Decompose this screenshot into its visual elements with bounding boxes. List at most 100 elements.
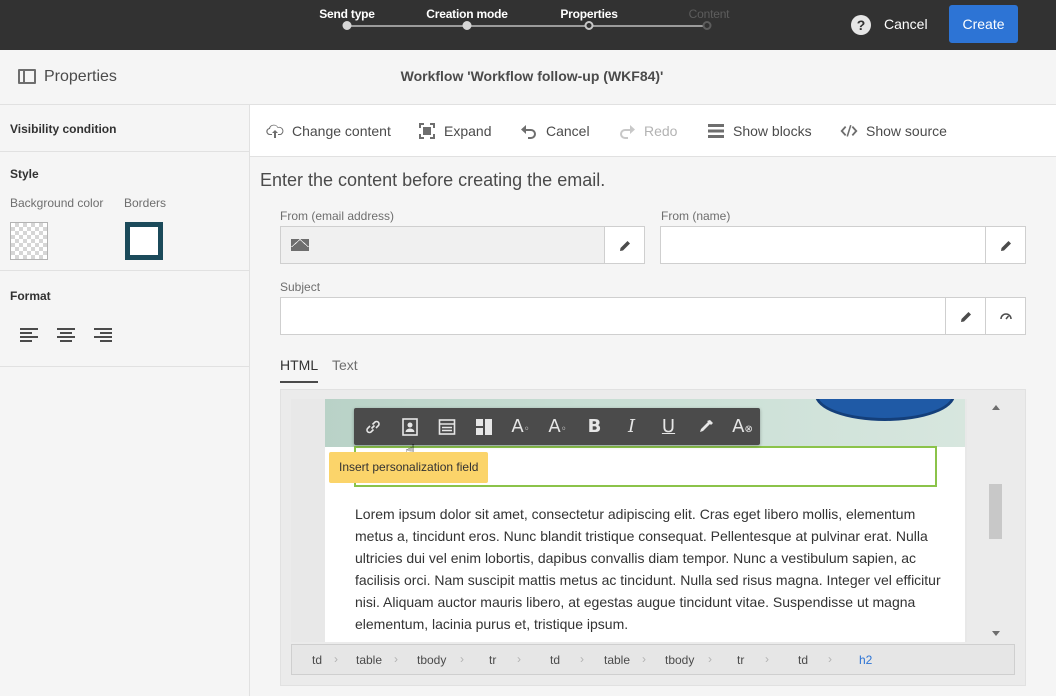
show-blocks-button[interactable]: Show blocks: [707, 122, 812, 140]
step-properties-label: Properties: [560, 7, 618, 21]
scroll-thumb[interactable]: [989, 484, 1002, 539]
step-content-label: Content: [688, 7, 730, 21]
align-right-icon[interactable]: [94, 328, 112, 342]
crumb-tbody[interactable]: tbody: [417, 653, 446, 667]
undo-button[interactable]: Cancel: [520, 122, 590, 140]
element-breadcrumb: td › table › tbody › tr › td › table › t…: [291, 644, 1015, 675]
title-bar: Properties Workflow 'Workflow follow-up …: [0, 50, 1056, 105]
underline-icon[interactable]: U: [650, 408, 687, 445]
crumb-separator: ›: [460, 652, 464, 666]
crumb-separator: ›: [517, 652, 521, 666]
crumb-h2[interactable]: h2: [859, 653, 872, 667]
crumb-separator: ›: [828, 652, 832, 666]
insert-personalization-tooltip: Insert personalization field: [329, 452, 489, 483]
redo-label: Redo: [644, 123, 678, 139]
crumb-separator: ›: [708, 652, 712, 666]
scroll-down-icon[interactable]: [992, 631, 1000, 636]
crumb-separator: ›: [642, 652, 646, 666]
style-section: Style Background color Borders: [0, 152, 249, 271]
redo-icon: [618, 122, 636, 140]
code-icon: [840, 122, 858, 140]
crumb-table[interactable]: table: [604, 653, 630, 667]
crumb-td[interactable]: td: [798, 653, 808, 667]
borders-label: Borders: [124, 196, 167, 210]
from-name-field[interactable]: [660, 226, 1026, 264]
crumb-separator: ›: [765, 652, 769, 666]
crumb-tr[interactable]: tr: [489, 653, 496, 667]
tab-html[interactable]: HTML: [280, 357, 319, 383]
format-section: Format: [0, 271, 249, 367]
background-color-swatch[interactable]: [10, 222, 48, 260]
crumb-tbody[interactable]: tbody: [665, 653, 694, 667]
edit-from-email-icon[interactable]: [604, 227, 644, 263]
visibility-condition-heading[interactable]: Visibility condition: [10, 122, 239, 136]
edit-subject-icon[interactable]: [945, 298, 985, 334]
editor-toolbar: Change content Expand Cancel Redo Show b…: [250, 105, 1056, 157]
crumb-tr[interactable]: tr: [737, 653, 744, 667]
html-editor: Lorem ipsum dolor sit amet, consectetur …: [280, 389, 1026, 686]
step-properties-dot[interactable]: [584, 21, 594, 30]
italic-icon[interactable]: I: [613, 408, 650, 445]
editor-scrollbar[interactable]: [987, 399, 1005, 642]
align-left-icon[interactable]: [20, 328, 38, 342]
style-heading: Style: [10, 167, 39, 181]
clear-format-icon[interactable]: A⊗: [724, 408, 761, 445]
show-blocks-label: Show blocks: [733, 123, 812, 139]
dynamic-content-icon[interactable]: [465, 408, 502, 445]
text-color-icon[interactable]: A◦: [502, 408, 539, 445]
personalization-field-icon[interactable]: [391, 408, 428, 445]
undo-label: Cancel: [546, 123, 590, 139]
expand-button[interactable]: Expand: [418, 122, 491, 140]
change-content-label: Change content: [292, 123, 391, 139]
wizard-steps: Send type Creation mode Properties Conte…: [310, 0, 730, 50]
scroll-up-icon[interactable]: [992, 405, 1000, 410]
content-block-icon[interactable]: [428, 408, 465, 445]
top-bar: Send type Creation mode Properties Conte…: [0, 0, 1056, 50]
crumb-separator: ›: [334, 652, 338, 666]
visibility-condition-section[interactable]: Visibility condition: [0, 105, 249, 152]
crumb-td[interactable]: td: [550, 653, 560, 667]
intro-text: Enter the content before creating the em…: [260, 170, 606, 190]
show-source-button[interactable]: Show source: [840, 122, 947, 140]
left-panel: Visibility condition Style Background co…: [0, 105, 250, 696]
content-area: Enter the content before creating the em…: [250, 157, 1056, 696]
step-creation-mode-label: Creation mode: [426, 7, 508, 21]
change-content-button[interactable]: Change content: [266, 122, 391, 140]
create-button[interactable]: Create: [949, 5, 1018, 43]
bold-icon[interactable]: B: [576, 408, 613, 445]
cancel-button[interactable]: Cancel: [884, 16, 928, 32]
blocks-icon: [707, 122, 725, 140]
link-icon[interactable]: [354, 408, 391, 445]
step-creation-mode-dot[interactable]: [462, 21, 472, 30]
borders-swatch[interactable]: [125, 222, 163, 260]
eyedropper-icon[interactable]: [687, 408, 724, 445]
from-email-label: From (email address): [280, 209, 395, 223]
subject-field[interactable]: [280, 297, 1026, 335]
email-canvas[interactable]: Lorem ipsum dolor sit amet, consectetur …: [291, 399, 967, 642]
tab-text[interactable]: Text: [332, 357, 358, 381]
undo-icon: [520, 122, 538, 140]
inline-format-toolbar: A◦ A◦ B I U A⊗: [354, 408, 760, 445]
redo-button: Redo: [618, 122, 677, 140]
show-source-label: Show source: [866, 123, 947, 139]
align-center-icon[interactable]: [57, 328, 75, 342]
from-name-label: From (name): [661, 209, 731, 223]
step-send-type-dot[interactable]: [342, 21, 352, 30]
crumb-td[interactable]: td: [312, 653, 322, 667]
body-paragraph[interactable]: Lorem ipsum dolor sit amet, consectetur …: [355, 503, 945, 635]
hero-product-shape: [815, 399, 955, 421]
crumb-separator: ›: [394, 652, 398, 666]
envelope-icon: [291, 239, 309, 251]
subject-insights-icon[interactable]: [985, 298, 1025, 334]
workflow-title: Workflow 'Workflow follow-up (WKF84)': [400, 68, 664, 84]
text-background-icon[interactable]: A◦: [539, 408, 576, 445]
cloud-upload-icon: [266, 122, 284, 140]
from-email-field[interactable]: [280, 226, 645, 264]
crumb-table[interactable]: table: [356, 653, 382, 667]
expand-icon: [418, 122, 436, 140]
help-icon[interactable]: ?: [851, 15, 871, 35]
format-heading: Format: [10, 289, 51, 303]
step-send-type-label: Send type: [319, 7, 375, 21]
expand-label: Expand: [444, 123, 492, 139]
edit-from-name-icon[interactable]: [985, 227, 1025, 263]
